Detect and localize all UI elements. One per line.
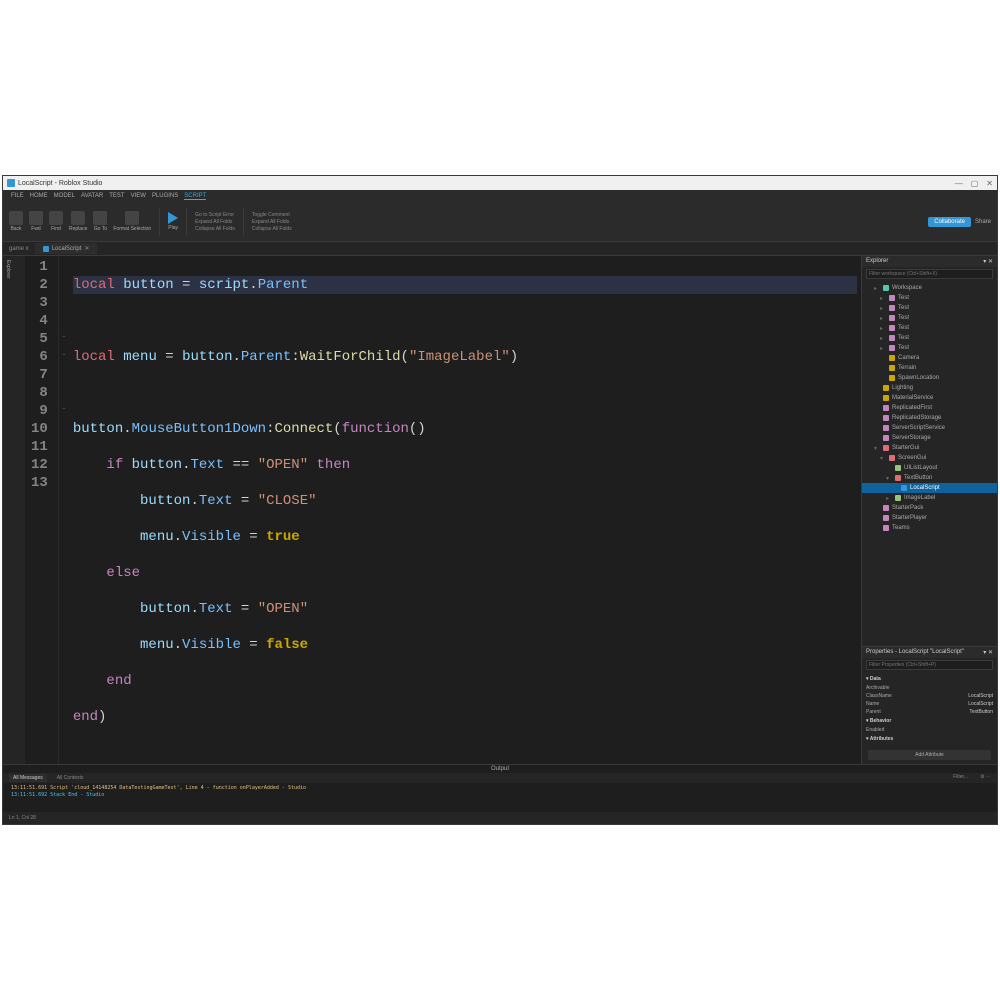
explorer-item-test[interactable]: ▸Test [862, 323, 997, 333]
prop-classname[interactable]: ClassNameLocalScript [866, 692, 993, 700]
explorer-item-materialservice[interactable]: MaterialService [862, 393, 997, 403]
explorer-item-textbutton[interactable]: ▾TextButton [862, 473, 997, 483]
explorer-item-serverscriptservice[interactable]: ServerScriptService [862, 423, 997, 433]
app-window: LocalScript - Roblox Studio — ▢ ✕ FILE HO… [2, 175, 998, 825]
menu-file[interactable]: FILE [11, 193, 24, 199]
game-tab[interactable]: game x [3, 244, 35, 254]
prop-enabled[interactable]: Enabled [866, 726, 993, 734]
explorer-item-lighting[interactable]: Lighting [862, 383, 997, 393]
collaborate-button[interactable]: Collaborate [928, 217, 971, 227]
explorer-item-teams[interactable]: Teams [862, 523, 997, 533]
ribbon-back[interactable]: Back [9, 211, 23, 232]
properties-search[interactable] [866, 660, 993, 670]
statusbar: Ln 1, Col 28 [3, 812, 997, 824]
script-tab[interactable]: LocalScript ✕ [35, 243, 98, 254]
explorer-item-serverstorage[interactable]: ServerStorage [862, 433, 997, 443]
explorer-title: Explorer▾ ✕ [862, 256, 997, 267]
maximize-button[interactable]: ▢ [971, 179, 979, 188]
explorer-item-spawnlocation[interactable]: SpawnLocation [862, 373, 997, 383]
explorer-item-screengui[interactable]: ▾ScreenGui [862, 453, 997, 463]
menu-test[interactable]: TEST [109, 193, 124, 199]
prop-name[interactable]: NameLocalScript [866, 700, 993, 708]
menu-view[interactable]: VIEW [131, 193, 146, 199]
ribbon: BackFwdFindReplaceGo ToFormat Selection … [3, 202, 997, 242]
explorer-tree[interactable]: ▸Workspace▸Test▸Test▸Test▸Test▸Test▸Test… [862, 281, 997, 646]
menu-avatar[interactable]: AVATAR [81, 193, 103, 199]
explorer-item-replicatedfirst[interactable]: ReplicatedFirst [862, 403, 997, 413]
explorer-item-test[interactable]: ▸Test [862, 303, 997, 313]
play-icon [168, 212, 178, 224]
left-sidebar[interactable]: Explorer [3, 256, 25, 764]
menu-plugins[interactable]: PLUGINS [152, 193, 178, 199]
output-filter[interactable]: Filter... [953, 774, 968, 782]
add-attribute-button[interactable]: Add Attribute [868, 750, 991, 760]
ribbon-comment-group: Toggle Comment Expand All Folds Collapse… [252, 212, 292, 232]
prop-archivable[interactable]: Archivable [866, 684, 993, 692]
window-titlebar: LocalScript - Roblox Studio — ▢ ✕ [3, 176, 997, 190]
ribbon-fwd[interactable]: Fwd [29, 211, 43, 232]
explorer-item-test[interactable]: ▸Test [862, 313, 997, 323]
explorer-item-starterpack[interactable]: StarterPack [862, 503, 997, 513]
output-tab-messages[interactable]: All Messages [9, 774, 47, 782]
minimize-button[interactable]: — [955, 179, 963, 188]
explorer-search[interactable] [866, 269, 993, 279]
explorer-item-startergui[interactable]: ▾StarterGui [862, 443, 997, 453]
explorer-item-camera[interactable]: Camera [862, 353, 997, 363]
menu-script[interactable]: SCRIPT [184, 193, 206, 200]
explorer-item-test[interactable]: ▸Test [862, 293, 997, 303]
play-button[interactable]: Play [168, 212, 178, 231]
prop-parent[interactable]: ParentTextButton [866, 708, 993, 716]
ribbon-fold-group: Go to Script Error Expand All Folds Coll… [195, 212, 235, 232]
code-editor[interactable]: 12345678910111213 --- local button = scr… [25, 256, 861, 764]
menu-model[interactable]: MODEL [54, 193, 75, 199]
menubar: FILE HOME MODEL AVATAR TEST VIEW PLUGINS SCRIPT [3, 190, 997, 202]
right-panel: Explorer▾ ✕ ▸Workspace▸Test▸Test▸Test▸Te… [861, 256, 997, 764]
properties-title: Properties - LocalScript "LocalScript"▾ … [862, 647, 997, 658]
share-button[interactable]: Share [975, 219, 991, 225]
explorer-item-terrain[interactable]: Terrain [862, 363, 997, 373]
window-title: LocalScript - Roblox Studio [18, 180, 102, 187]
explorer-item-starterplayer[interactable]: StarterPlayer [862, 513, 997, 523]
explorer-item-test[interactable]: ▸Test [862, 343, 997, 353]
ribbon-go-to[interactable]: Go To [93, 211, 107, 232]
explorer-item-localscript[interactable]: LocalScript [862, 483, 997, 493]
ribbon-find[interactable]: Find [49, 211, 63, 232]
explorer-item-replicatedstorage[interactable]: ReplicatedStorage [862, 413, 997, 423]
script-icon [43, 246, 49, 252]
explorer-item-workspace[interactable]: ▸Workspace [862, 283, 997, 293]
code-area[interactable]: local button = script.Parent local menu … [69, 256, 861, 764]
output-tab-contexts[interactable]: All Contexts [53, 774, 88, 782]
line-gutter: 12345678910111213 [25, 256, 59, 764]
fold-column[interactable]: --- [59, 256, 69, 764]
output-panel: Output All Messages All Contexts Filter.… [3, 764, 997, 812]
app-icon [7, 179, 15, 187]
output-title: Output [3, 765, 997, 773]
explorer-item-imagelabel[interactable]: ▸ImageLabel [862, 493, 997, 503]
ribbon-format-selection[interactable]: Format Selection [113, 211, 151, 232]
properties-panel: Properties - LocalScript "LocalScript"▾ … [862, 646, 997, 764]
close-button[interactable]: ✕ [986, 179, 993, 188]
output-body[interactable]: 13:11:51.691 Script 'cloud_14148254 Data… [3, 783, 997, 801]
document-tabbar: game x LocalScript ✕ [3, 242, 997, 256]
explorer-item-test[interactable]: ▸Test [862, 333, 997, 343]
explorer-item-uilistlayout[interactable]: UIListLayout [862, 463, 997, 473]
menu-home[interactable]: HOME [30, 193, 48, 199]
ribbon-replace[interactable]: Replace [69, 211, 87, 232]
